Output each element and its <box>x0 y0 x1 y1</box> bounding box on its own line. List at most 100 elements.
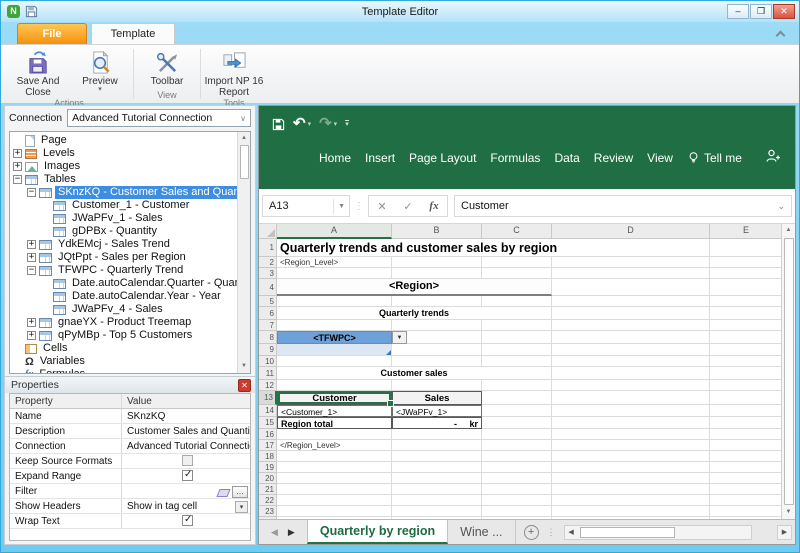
row-header-21[interactable]: 21 <box>259 484 277 495</box>
tree-item-sknzkq-customer-sales-and-quantity[interactable]: − SKnzKQ - Customer Sales and Quantity <box>10 186 237 199</box>
cell-B24[interactable] <box>392 517 482 519</box>
cell-B17[interactable] <box>392 440 482 451</box>
cell-A12[interactable] <box>277 380 392 391</box>
column-header-B[interactable]: B <box>392 224 482 239</box>
row-header-23[interactable]: 23 <box>259 506 277 517</box>
grid-horizontal-scrollbar[interactable]: ◀ <box>563 524 752 540</box>
cell-B12[interactable] <box>392 380 482 391</box>
column-header-C[interactable]: C <box>482 224 552 239</box>
cell-B10[interactable] <box>392 356 482 367</box>
cell-E19[interactable] <box>710 462 781 473</box>
tree-item-page[interactable]: Page <box>10 134 237 147</box>
cell-A13[interactable]: Customer <box>277 391 394 407</box>
cell-C23[interactable] <box>482 506 552 517</box>
cell-B3[interactable] <box>392 268 482 279</box>
row-header-7[interactable]: 7 <box>259 320 277 331</box>
tree-item-gdpbx-quantity[interactable]: gDPBx - Quantity <box>10 225 237 238</box>
checkbox-keep-source-formats[interactable] <box>182 455 193 466</box>
menu-view[interactable]: View <box>647 151 673 165</box>
cell-C9[interactable] <box>482 344 552 356</box>
cell-B13[interactable]: Sales <box>392 391 482 405</box>
minimize-button[interactable]: – <box>727 4 749 19</box>
cell-E18[interactable] <box>710 451 781 462</box>
cell-C18[interactable] <box>482 451 552 462</box>
cell-A21[interactable] <box>277 484 392 495</box>
row-header-10[interactable]: 10 <box>259 356 277 367</box>
cell-E3[interactable] <box>710 268 781 279</box>
cell-D3[interactable] <box>552 268 710 279</box>
row-header-16[interactable]: 16 <box>259 429 277 440</box>
cell-D5[interactable] <box>552 296 710 307</box>
cell-C8[interactable] <box>482 331 552 344</box>
cell-E14[interactable] <box>710 405 781 417</box>
cell-E15[interactable] <box>710 417 781 429</box>
cell-D10[interactable] <box>552 356 710 367</box>
cell-D18[interactable] <box>552 451 710 462</box>
eraser-icon[interactable] <box>216 489 231 497</box>
cancel-entry-button[interactable]: ✕ <box>369 200 395 213</box>
cell-A22[interactable] <box>277 495 392 506</box>
cell-A11[interactable]: Customer sales <box>277 367 552 380</box>
cell-A6[interactable]: Quarterly trends <box>277 307 552 320</box>
cell-A4[interactable]: <Region> <box>277 279 552 296</box>
cell-A8[interactable]: <TFWPC> ▼ <box>277 331 407 344</box>
tree-item-date-autocalendar-quarter-quarter[interactable]: Date.autoCalendar.Quarter - Quarter <box>10 277 237 290</box>
cell-E17[interactable] <box>710 440 781 451</box>
cell-B18[interactable] <box>392 451 482 462</box>
cell-A20[interactable] <box>277 473 392 484</box>
cell-E1[interactable] <box>710 239 781 257</box>
cell-B19[interactable] <box>392 462 482 473</box>
cell-A18[interactable] <box>277 451 392 462</box>
row-header-17[interactable]: 17 <box>259 440 277 451</box>
cell-B9[interactable] <box>392 344 482 356</box>
tab-template[interactable]: Template <box>91 23 175 44</box>
cell-A9[interactable] <box>277 344 392 356</box>
cell-B21[interactable] <box>392 484 482 495</box>
cell-D23[interactable] <box>552 506 710 517</box>
cell-D12[interactable] <box>552 380 710 391</box>
cell-A14[interactable]: <Customer_1> <box>277 405 392 417</box>
customize-qat-button[interactable]: ▾ <box>345 120 349 128</box>
cell-E2[interactable] <box>710 257 781 268</box>
cell-D14[interactable] <box>552 405 710 417</box>
scrollbar-thumb[interactable] <box>579 526 675 538</box>
row-header-12[interactable]: 12 <box>259 380 277 391</box>
menu-insert[interactable]: Insert <box>365 151 395 165</box>
cell-B14[interactable]: <JWaPFv_1> <box>392 405 482 417</box>
cell-C2[interactable] <box>482 257 552 268</box>
cell-B16[interactable] <box>392 429 482 440</box>
column-header-A[interactable]: A <box>277 224 392 239</box>
row-header-18[interactable]: 18 <box>259 451 277 462</box>
tree-expand-icon[interactable]: + <box>27 318 36 327</box>
row-header-5[interactable]: 5 <box>259 296 277 307</box>
row-header-20[interactable]: 20 <box>259 473 277 484</box>
cell-B2[interactable] <box>392 257 482 268</box>
confirm-entry-button[interactable]: ✓ <box>395 200 421 213</box>
tree-item-qpymbp-top-5-customers[interactable]: + qPyMBp - Top 5 Customers <box>10 329 237 342</box>
cell-E16[interactable] <box>710 429 781 440</box>
cell-A16[interactable] <box>277 429 392 440</box>
column-header-E[interactable]: E <box>710 224 781 239</box>
scroll-up-icon[interactable]: ▲ <box>782 224 795 237</box>
row-header-1[interactable]: 1 <box>259 239 277 257</box>
row-header-11[interactable]: 11 <box>259 367 277 380</box>
cell-E22[interactable] <box>710 495 781 506</box>
next-sheet-icon[interactable]: ▶ <box>288 527 295 538</box>
cell-C20[interactable] <box>482 473 552 484</box>
cell-C19[interactable] <box>482 462 552 473</box>
menu-review[interactable]: Review <box>594 151 633 165</box>
cell-D24[interactable] <box>552 517 710 519</box>
row-header-2[interactable]: 2 <box>259 257 277 268</box>
cell-C22[interactable] <box>482 495 552 506</box>
cell-A23[interactable] <box>277 506 392 517</box>
cell-C14[interactable] <box>482 405 552 417</box>
share-sign-in-button[interactable] <box>765 149 781 166</box>
tree-collapse-icon[interactable]: − <box>13 175 22 184</box>
collapse-ribbon-button[interactable] <box>775 30 787 41</box>
cell-A3[interactable] <box>277 268 392 279</box>
tree-item-gnaeyx-product-treemap[interactable]: + gnaeYX - Product Treemap <box>10 316 237 329</box>
excel-undo-button[interactable]: ↶ ▾ <box>293 116 311 131</box>
cell-E12[interactable] <box>710 380 781 391</box>
cell-D21[interactable] <box>552 484 710 495</box>
cell-B15[interactable]: - kr <box>392 417 482 429</box>
